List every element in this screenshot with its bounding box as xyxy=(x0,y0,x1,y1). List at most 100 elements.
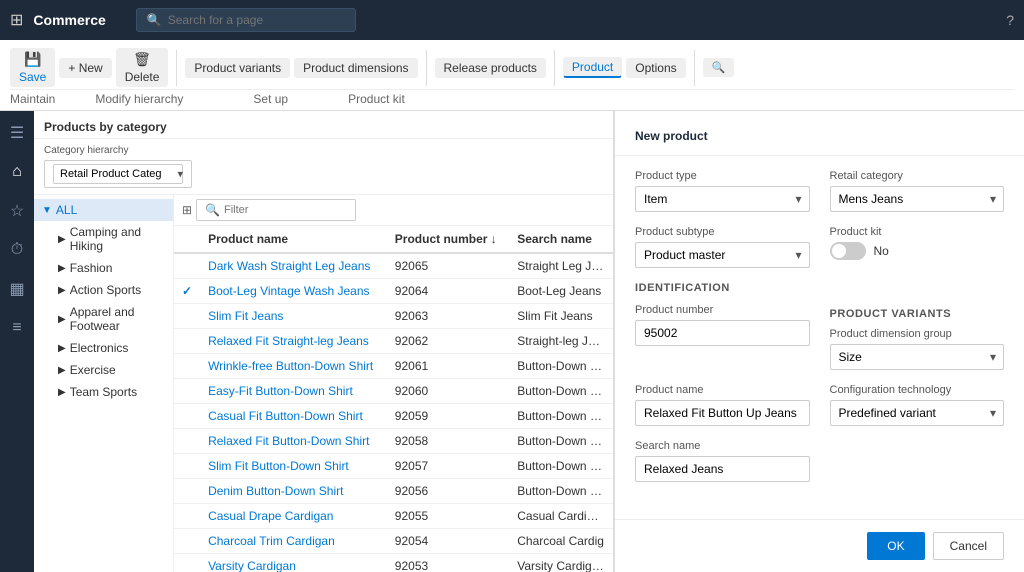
table-row[interactable]: ✓ Boot-Leg Vintage Wash Jeans 92064 Boot… xyxy=(174,279,613,304)
dimension-group-select[interactable]: Size xyxy=(830,344,1005,370)
table-row[interactable]: Relaxed Fit Button-Down Shirt 92058 Butt… xyxy=(174,429,613,454)
tree-item-fashion[interactable]: ▶ Fashion xyxy=(34,257,173,279)
config-technology-label: Configuration technology xyxy=(830,384,1005,396)
product-type-label: Product type xyxy=(635,170,810,182)
tree-item-apparel[interactable]: ▶ Apparel and Footwear xyxy=(34,301,173,337)
row-check xyxy=(174,304,200,329)
filter-input[interactable]: 🔍 xyxy=(196,199,356,221)
row-search-name: Slim Fit Jeans xyxy=(509,304,613,329)
toggle-knob xyxy=(832,244,846,258)
row-product-name[interactable]: Slim Fit Button-Down Shirt xyxy=(200,454,387,479)
product-name-input[interactable] xyxy=(635,400,810,426)
row-product-name[interactable]: Slim Fit Jeans xyxy=(200,304,387,329)
grid-small-icon[interactable]: ▦ xyxy=(5,275,28,303)
help-icon[interactable]: ? xyxy=(1006,12,1014,28)
product-variants-button[interactable]: Product variants xyxy=(185,58,290,78)
row-check xyxy=(174,354,200,379)
tree-item-electronics[interactable]: ▶ Electronics xyxy=(34,337,173,359)
star-icon[interactable]: ☆ xyxy=(6,197,28,225)
search-small-icon: 🔍 xyxy=(205,203,220,217)
clock-icon[interactable]: ⏱ xyxy=(7,237,27,263)
tree-item-camping[interactable]: ▶ Camping and Hiking xyxy=(34,221,173,257)
row-product-number: 92059 xyxy=(387,404,509,429)
product-tab-button[interactable]: Product xyxy=(563,57,622,78)
row-product-name[interactable]: Varsity Cardigan xyxy=(200,554,387,572)
release-products-button[interactable]: Release products xyxy=(435,58,546,78)
table-row[interactable]: Slim Fit Button-Down Shirt 92057 Button-… xyxy=(174,454,613,479)
tree-item-all[interactable]: ▼ ALL xyxy=(34,199,173,221)
new-button[interactable]: + New xyxy=(59,58,111,78)
grid-icon[interactable]: ⊞ xyxy=(10,10,23,30)
row-product-name[interactable]: Relaxed Fit Straight-leg Jeans xyxy=(200,329,387,354)
col-product-number[interactable]: Product number ↓ xyxy=(387,226,509,253)
table-row[interactable]: Casual Fit Button-Down Shirt 92059 Butto… xyxy=(174,404,613,429)
products-title: Products by category xyxy=(44,120,167,134)
table-row[interactable]: Wrinkle-free Button-Down Shirt 92061 But… xyxy=(174,354,613,379)
config-technology-select[interactable]: Predefined variant xyxy=(830,400,1005,426)
form-row-number: Product number PRODUCT VARIANTS Product … xyxy=(635,304,1004,370)
global-search[interactable]: 🔍 xyxy=(136,8,356,32)
row-product-name[interactable]: Dark Wash Straight Leg Jeans xyxy=(200,253,387,279)
tree-item-team-sports[interactable]: ▶ Team Sports xyxy=(34,381,173,403)
row-product-name[interactable]: Wrinkle-free Button-Down Shirt xyxy=(200,354,387,379)
table-row[interactable]: Easy-Fit Button-Down Shirt 92060 Button-… xyxy=(174,379,613,404)
row-product-number: 92063 xyxy=(387,304,509,329)
delete-button[interactable]: 🗑 Delete xyxy=(116,48,169,87)
table-row[interactable]: Slim Fit Jeans 92063 Slim Fit Jeans xyxy=(174,304,613,329)
row-search-name: Straight-leg Jeans xyxy=(509,329,613,354)
product-number-input[interactable] xyxy=(635,320,810,346)
search-input[interactable] xyxy=(168,13,345,27)
category-dropdown[interactable]: Retail Product Category xyxy=(44,160,192,188)
row-product-name[interactable]: Boot-Leg Vintage Wash Jeans xyxy=(200,279,387,304)
row-product-name[interactable]: Charcoal Trim Cardigan xyxy=(200,529,387,554)
product-dimensions-button[interactable]: Product dimensions xyxy=(294,58,417,78)
search-ribbon-button[interactable]: 🔍 xyxy=(703,58,735,77)
row-product-name[interactable]: Easy-Fit Button-Down Shirt xyxy=(200,379,387,404)
product-subtype-label: Product subtype xyxy=(635,226,810,238)
table-row[interactable]: Casual Drape Cardigan 92055 Casual Cardi… xyxy=(174,504,613,529)
ribbon-productkit-label: Product kit xyxy=(348,92,405,106)
product-kit-label: Product kit xyxy=(830,226,1005,238)
table-row[interactable]: Dark Wash Straight Leg Jeans 92065 Strai… xyxy=(174,253,613,279)
product-number-group: Product number xyxy=(635,304,810,370)
row-search-name: Charcoal Cardig xyxy=(509,529,613,554)
save-icon: 💾 xyxy=(24,51,41,68)
row-product-name[interactable]: Casual Fit Button-Down Shirt xyxy=(200,404,387,429)
tree-arrow: ▶ xyxy=(58,263,66,274)
filter-field[interactable] xyxy=(224,204,347,216)
tree-item-action-sports[interactable]: ▶ Action Sports xyxy=(34,279,173,301)
ribbon-modify-label: Modify hierarchy xyxy=(95,92,183,106)
retail-category-select[interactable]: Mens Jeans xyxy=(830,186,1005,212)
options-button[interactable]: Options xyxy=(626,58,685,78)
col-product-name[interactable]: Product name xyxy=(200,226,387,253)
products-panel: Products by category Category hierarchy … xyxy=(34,111,614,572)
row-product-name[interactable]: Casual Drape Cardigan xyxy=(200,504,387,529)
menu-icon[interactable]: ☰ xyxy=(6,119,28,147)
tree-arrow: ▶ xyxy=(58,285,66,296)
product-type-select[interactable]: Item xyxy=(635,186,810,212)
home-icon[interactable]: ⌂ xyxy=(8,159,26,185)
table-row[interactable]: Relaxed Fit Straight-leg Jeans 92062 Str… xyxy=(174,329,613,354)
tree-arrow: ▶ xyxy=(58,314,66,325)
product-subtype-select[interactable]: Product master xyxy=(635,242,810,268)
product-kit-value: No xyxy=(874,244,889,258)
list-icon[interactable]: ≡ xyxy=(8,315,25,341)
search-name-input[interactable] xyxy=(635,456,810,482)
row-product-name[interactable]: Relaxed Fit Button-Down Shirt xyxy=(200,429,387,454)
table-row[interactable]: Denim Button-Down Shirt 92056 Button-Dow… xyxy=(174,479,613,504)
category-select[interactable]: Retail Product Category xyxy=(53,164,183,184)
ok-button[interactable]: OK xyxy=(867,532,924,560)
table-row[interactable]: Charcoal Trim Cardigan 92054 Charcoal Ca… xyxy=(174,529,613,554)
row-search-name: Button-Down Shi xyxy=(509,404,613,429)
col-search-name[interactable]: Search name xyxy=(509,226,613,253)
save-button[interactable]: 💾 Save xyxy=(10,48,55,87)
row-product-name[interactable]: Denim Button-Down Shirt xyxy=(200,479,387,504)
row-product-number: 92057 xyxy=(387,454,509,479)
search-name-label: Search name xyxy=(635,440,810,452)
row-search-name: Casual Cardigan xyxy=(509,504,613,529)
cancel-button[interactable]: Cancel xyxy=(933,532,1004,560)
table-row[interactable]: Varsity Cardigan 92053 Varsity Cardigan xyxy=(174,554,613,572)
tree-item-exercise[interactable]: ▶ Exercise xyxy=(34,359,173,381)
product-kit-toggle[interactable] xyxy=(830,242,866,260)
product-table-container: ⊞ 🔍 Product name Product number ↓ Search… xyxy=(174,195,613,572)
